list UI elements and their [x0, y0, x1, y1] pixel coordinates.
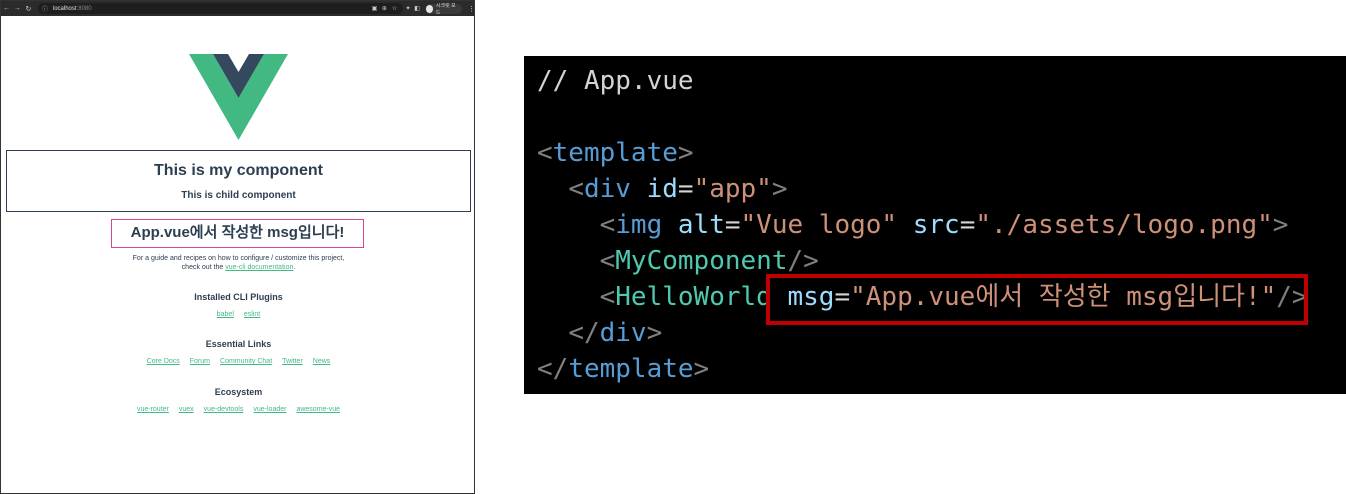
profile-button[interactable]: 시크릿 모드 — [424, 2, 462, 16]
code-alt-value: "Vue logo" — [740, 210, 898, 240]
code-line-div-close: </div> — [568, 318, 663, 348]
hello-msg-heading: App.vue에서 작성한 msg입니다! — [111, 219, 364, 248]
link-twitter[interactable]: Twitter — [282, 358, 303, 365]
code-src-value: "./assets/logo.png" — [975, 210, 1273, 240]
code-line-template-open: <template> — [537, 138, 694, 168]
link-vue-router[interactable]: vue-router — [137, 406, 169, 413]
menu-kebab-icon[interactable]: ⋮ — [468, 5, 475, 13]
component-subtitle: This is child component — [181, 190, 296, 201]
code-panel: // App.vue <template> <div id="app"> <im… — [524, 56, 1346, 394]
code-id-value: "app" — [693, 174, 772, 204]
code-alt-attr: alt — [677, 210, 725, 240]
site-info-icon[interactable]: ⓘ — [42, 4, 48, 13]
incognito-avatar-icon — [425, 4, 433, 13]
code-div-tag: div — [583, 174, 631, 204]
link-vue-devtools[interactable]: vue-devtools — [204, 406, 244, 413]
link-awesome-vue[interactable]: awesome-vue — [296, 406, 340, 413]
link-vuex[interactable]: vuex — [179, 406, 194, 413]
url-host: localhost — [52, 5, 77, 12]
bookmark-star-icon[interactable]: ☆ — [389, 5, 399, 12]
intro-line-2: check out the vue-cli documentation. — [1, 263, 476, 272]
code-helloworld-tag: HelloWorld — [615, 282, 772, 312]
link-eslint[interactable]: eslint — [244, 311, 260, 318]
link-community-chat[interactable]: Community Chat — [220, 358, 272, 365]
zoom-icon[interactable]: ⊕ — [379, 5, 389, 12]
section-title-essential: Essential Links — [205, 339, 272, 349]
sidepanel-icon[interactable]: ◧ — [413, 5, 422, 12]
link-news[interactable]: News — [313, 358, 331, 365]
code-line-mycomponent: <MyComponent/> — [599, 246, 819, 276]
forward-icon[interactable]: → — [12, 5, 23, 12]
component-title: This is my component — [154, 162, 323, 179]
profile-name: 시크릿 모드 — [435, 2, 456, 16]
code-mycomponent-tag: MyComponent — [615, 246, 788, 276]
code-div-close-tag: div — [599, 318, 647, 348]
intro-suffix: . — [293, 264, 296, 271]
code-line-comment: // App.vue — [537, 64, 694, 98]
code-template-tag: template — [552, 138, 678, 168]
browser-toolbar: ← → ↻ ⓘ localhost:8080 ▣ ⊕ ☆ ✦ ◧ 시크릿 모드 … — [1, 1, 475, 16]
code-line-img: <img alt="Vue logo" src="./assets/logo.p… — [599, 210, 1289, 240]
plugins-links: babel eslint — [1, 311, 476, 318]
code-line-div-open: <div id="app"> — [568, 174, 788, 204]
back-icon[interactable]: ← — [1, 5, 12, 12]
browser-window: ← → ↻ ⓘ localhost:8080 ▣ ⊕ ☆ ✦ ◧ 시크릿 모드 … — [0, 0, 475, 494]
link-forum[interactable]: Forum — [190, 358, 210, 365]
intro-line-1: For a guide and recipes on how to config… — [132, 255, 345, 262]
link-vue-loader[interactable]: vue-loader — [253, 406, 286, 413]
code-template-close-tag: template — [568, 354, 694, 384]
code-id-attr: id — [646, 174, 678, 204]
link-babel[interactable]: babel — [217, 311, 234, 318]
msg-highlight-box — [766, 274, 1308, 325]
code-comment: // App.vue — [537, 66, 694, 96]
code-line-template-close: </template> — [537, 354, 710, 384]
section-title-ecosystem: Ecosystem — [214, 387, 263, 397]
url-port: :8080 — [76, 5, 92, 12]
vue-cli-docs-link[interactable]: vue-cli documentation — [225, 264, 293, 271]
address-bar[interactable]: ⓘ localhost:8080 ▣ ⊕ ☆ — [37, 3, 404, 14]
code-img-tag: img — [615, 210, 663, 240]
vue-logo — [189, 54, 288, 140]
extensions-icon[interactable]: ✦ — [403, 5, 412, 12]
code-src-attr: src — [912, 210, 960, 240]
my-component-box: This is my component This is child compo… — [6, 150, 471, 212]
reload-icon[interactable]: ↻ — [23, 5, 34, 13]
translate-icon[interactable]: ▣ — [369, 5, 379, 12]
link-core-docs[interactable]: Core Docs — [147, 358, 180, 365]
ecosystem-links: vue-router vuex vue-devtools vue-loader … — [1, 406, 476, 413]
section-title-plugins: Installed CLI Plugins — [194, 292, 283, 302]
essential-links: Core Docs Forum Community Chat Twitter N… — [1, 358, 476, 365]
intro-prefix: check out the — [181, 264, 226, 271]
intro-text: For a guide and recipes on how to config… — [1, 254, 476, 272]
